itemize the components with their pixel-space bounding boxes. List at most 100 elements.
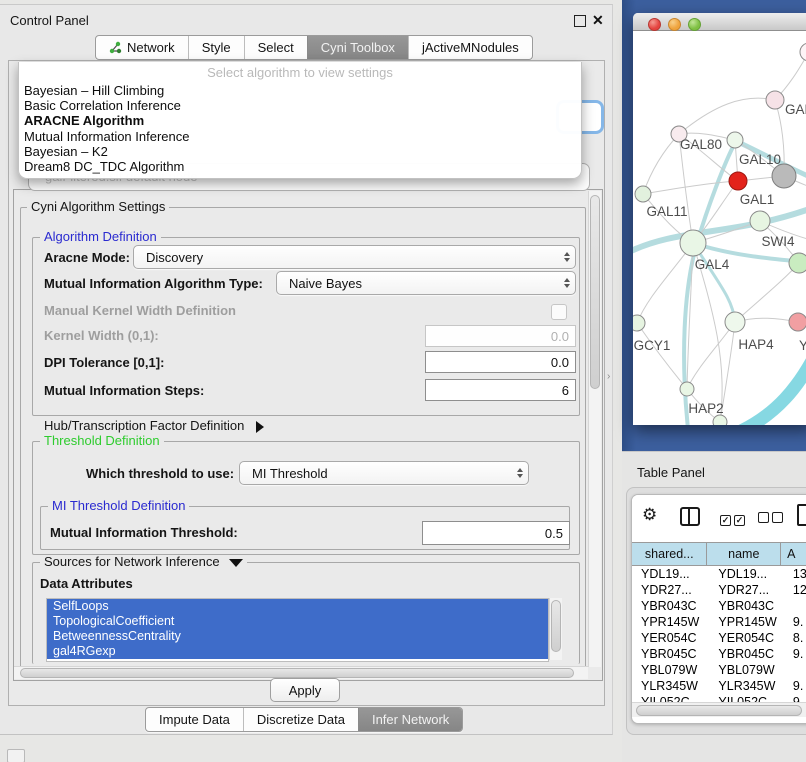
tab-infer-network[interactable]: Infer Network [358, 708, 462, 731]
table-row[interactable]: YBL079W YBL079W [632, 662, 806, 678]
attribute-item[interactable]: BetweennessCentrality [47, 629, 548, 644]
table-row[interactable]: YER054C YER054C 8. [632, 630, 806, 646]
node-label: HAP2 [688, 401, 723, 416]
tab-style[interactable]: Style [188, 36, 244, 59]
network-node-gal1-highlighted[interactable] [729, 172, 747, 190]
node-label: GAL4 [695, 257, 730, 272]
minimize-window-icon[interactable] [668, 18, 681, 31]
deselect-all-rows-icon[interactable] [758, 510, 786, 528]
app-root: Control Panel ✕ Network Style Select [0, 0, 806, 762]
table-row[interactable]: YPR145W YPR145W 9. [632, 614, 806, 630]
mi-type-label: Mutual Information Algorithm Type: [44, 276, 263, 291]
data-attributes-label: Data Attributes [40, 576, 133, 591]
stepper-arrows-icon [512, 462, 528, 484]
float-panel-icon[interactable] [574, 15, 586, 27]
panel-title: Control Panel [10, 13, 89, 28]
tab-jactivemnodules[interactable]: jActiveMNodules [408, 36, 532, 59]
attribute-item[interactable]: SelfLoops [47, 599, 548, 614]
aracne-mode-combo[interactable]: Discovery [133, 245, 576, 269]
algorithm-option[interactable]: Mutual Information Inference [19, 129, 581, 144]
tab-cyni-toolbox[interactable]: Cyni Toolbox [307, 36, 408, 59]
manual-kernel-checkbox[interactable] [551, 304, 567, 320]
network-node[interactable] [789, 253, 806, 273]
settings-vertical-scrollbar[interactable] [588, 191, 601, 667]
threshold-definition-title: Threshold Definition [40, 434, 164, 448]
network-node-gal4[interactable] [680, 230, 706, 256]
column-header[interactable]: name [707, 543, 781, 565]
tab-network[interactable]: Network [96, 36, 188, 59]
table-row[interactable]: YDL19... YDL19... 13 [632, 566, 806, 582]
algorithm-option[interactable]: Dream8 DC_TDC Algorithm [19, 159, 581, 174]
network-node-hap2[interactable] [680, 382, 694, 396]
export-table-icon[interactable] [797, 504, 806, 526]
thick-teal-edge [741, 359, 806, 425]
mi-steps-label: Mutual Information Steps: [44, 383, 204, 398]
cytoscape-desktop: GAL GAL80 GAL10 GAL1 GAL11 SWI4 GAL4 GCY… [622, 0, 806, 451]
tab-discretize-data[interactable]: Discretize Data [243, 708, 358, 731]
network-node-gray[interactable] [772, 164, 796, 188]
sources-title-expander[interactable]: Sources for Network Inference [40, 555, 247, 569]
attribute-item[interactable]: TopologicalCoefficient [47, 614, 548, 629]
column-visibility-icon[interactable] [680, 507, 700, 526]
apply-button[interactable]: Apply [270, 678, 340, 702]
column-header[interactable]: A [781, 543, 806, 565]
network-node-hap4[interactable] [725, 312, 745, 332]
network-node[interactable] [800, 43, 806, 61]
which-threshold-combo[interactable]: MI Threshold [239, 461, 529, 485]
node-label: GCY1 [634, 338, 671, 353]
table-settings-gear-icon[interactable]: ⚙ [642, 506, 657, 523]
network-graph [633, 31, 806, 425]
table-horizontal-scrollbar[interactable] [632, 702, 806, 717]
algorithm-option-selected[interactable]: ARACNE Algorithm [19, 113, 581, 128]
stepper-arrows-icon [559, 272, 575, 294]
table-toolbar: ⚙ ✓✓ [632, 495, 806, 541]
network-canvas[interactable]: GAL GAL80 GAL10 GAL1 GAL11 SWI4 GAL4 GCY… [633, 31, 806, 425]
attributes-scrollbar[interactable] [549, 598, 562, 660]
algorithm-option[interactable]: Bayesian – K2 [19, 144, 581, 159]
node-label: SWI4 [761, 234, 794, 249]
stepper-arrows-icon [559, 246, 575, 268]
mi-steps-input[interactable]: 6 [425, 379, 576, 401]
network-node[interactable] [766, 91, 784, 109]
splitter-grip[interactable]: › [607, 371, 613, 381]
which-threshold-label: Which threshold to use: [86, 466, 234, 481]
network-node-gcy1[interactable] [633, 315, 645, 331]
dpi-tolerance-input[interactable]: 0.0 [425, 351, 576, 373]
dpi-tolerance-label: DPI Tolerance [0,1]: [44, 355, 164, 370]
algorithm-dropdown-popup: Select algorithm to view settings Bayesi… [18, 62, 582, 179]
tab-select[interactable]: Select [244, 36, 307, 59]
collapsed-panel-icon[interactable] [7, 749, 25, 762]
tab-network-label: Network [127, 40, 175, 55]
attribute-item[interactable]: gal4RGexp [47, 644, 548, 659]
kernel-width-label: Kernel Width (0,1): [44, 328, 159, 343]
mi-type-combo[interactable]: Naive Bayes [276, 271, 576, 295]
column-header[interactable]: shared... [632, 543, 707, 565]
select-all-rows-icon[interactable]: ✓✓ [720, 510, 748, 528]
node-table-window: ⚙ ✓✓ shared... name A YDL19.. [631, 494, 806, 724]
kernel-width-input[interactable]: 0.0 [425, 325, 576, 347]
aracne-mode-label: Aracne Mode: [44, 250, 130, 265]
close-window-icon[interactable] [648, 18, 661, 31]
tab-impute-data[interactable]: Impute Data [146, 708, 243, 731]
hub-definition-expander[interactable]: Hub/Transcription Factor Definition [44, 418, 264, 433]
network-node-gal11[interactable] [635, 186, 651, 202]
algorithm-option[interactable]: Basic Correlation Inference [19, 98, 581, 113]
table-row[interactable]: YDR27... YDR27... 12 [632, 582, 806, 598]
network-window-titlebar[interactable] [633, 13, 806, 31]
table-row[interactable]: YBR045C YBR045C 9. [632, 646, 806, 662]
table-row[interactable]: YLR345W YLR345W 9. [632, 678, 806, 694]
close-panel-icon[interactable]: ✕ [592, 13, 604, 27]
network-node-swi4[interactable] [750, 211, 770, 231]
network-node-salmon[interactable] [789, 313, 806, 331]
network-node-gal10[interactable] [727, 132, 743, 148]
cyni-algorithm-settings-title: Cyni Algorithm Settings [27, 200, 169, 214]
network-node[interactable] [713, 415, 727, 425]
mi-threshold-definition-title: MI Threshold Definition [48, 499, 189, 513]
mi-threshold-input[interactable]: 0.5 [422, 521, 570, 545]
zoom-window-icon[interactable] [688, 18, 701, 31]
manual-kernel-label: Manual Kernel Width Definition [44, 303, 236, 318]
table-row[interactable]: YBR043C YBR043C [632, 598, 806, 614]
algorithm-placeholder: Select algorithm to view settings [19, 62, 581, 83]
node-label: GAL10 [739, 152, 781, 167]
algorithm-option[interactable]: Bayesian – Hill Climbing [19, 83, 581, 98]
